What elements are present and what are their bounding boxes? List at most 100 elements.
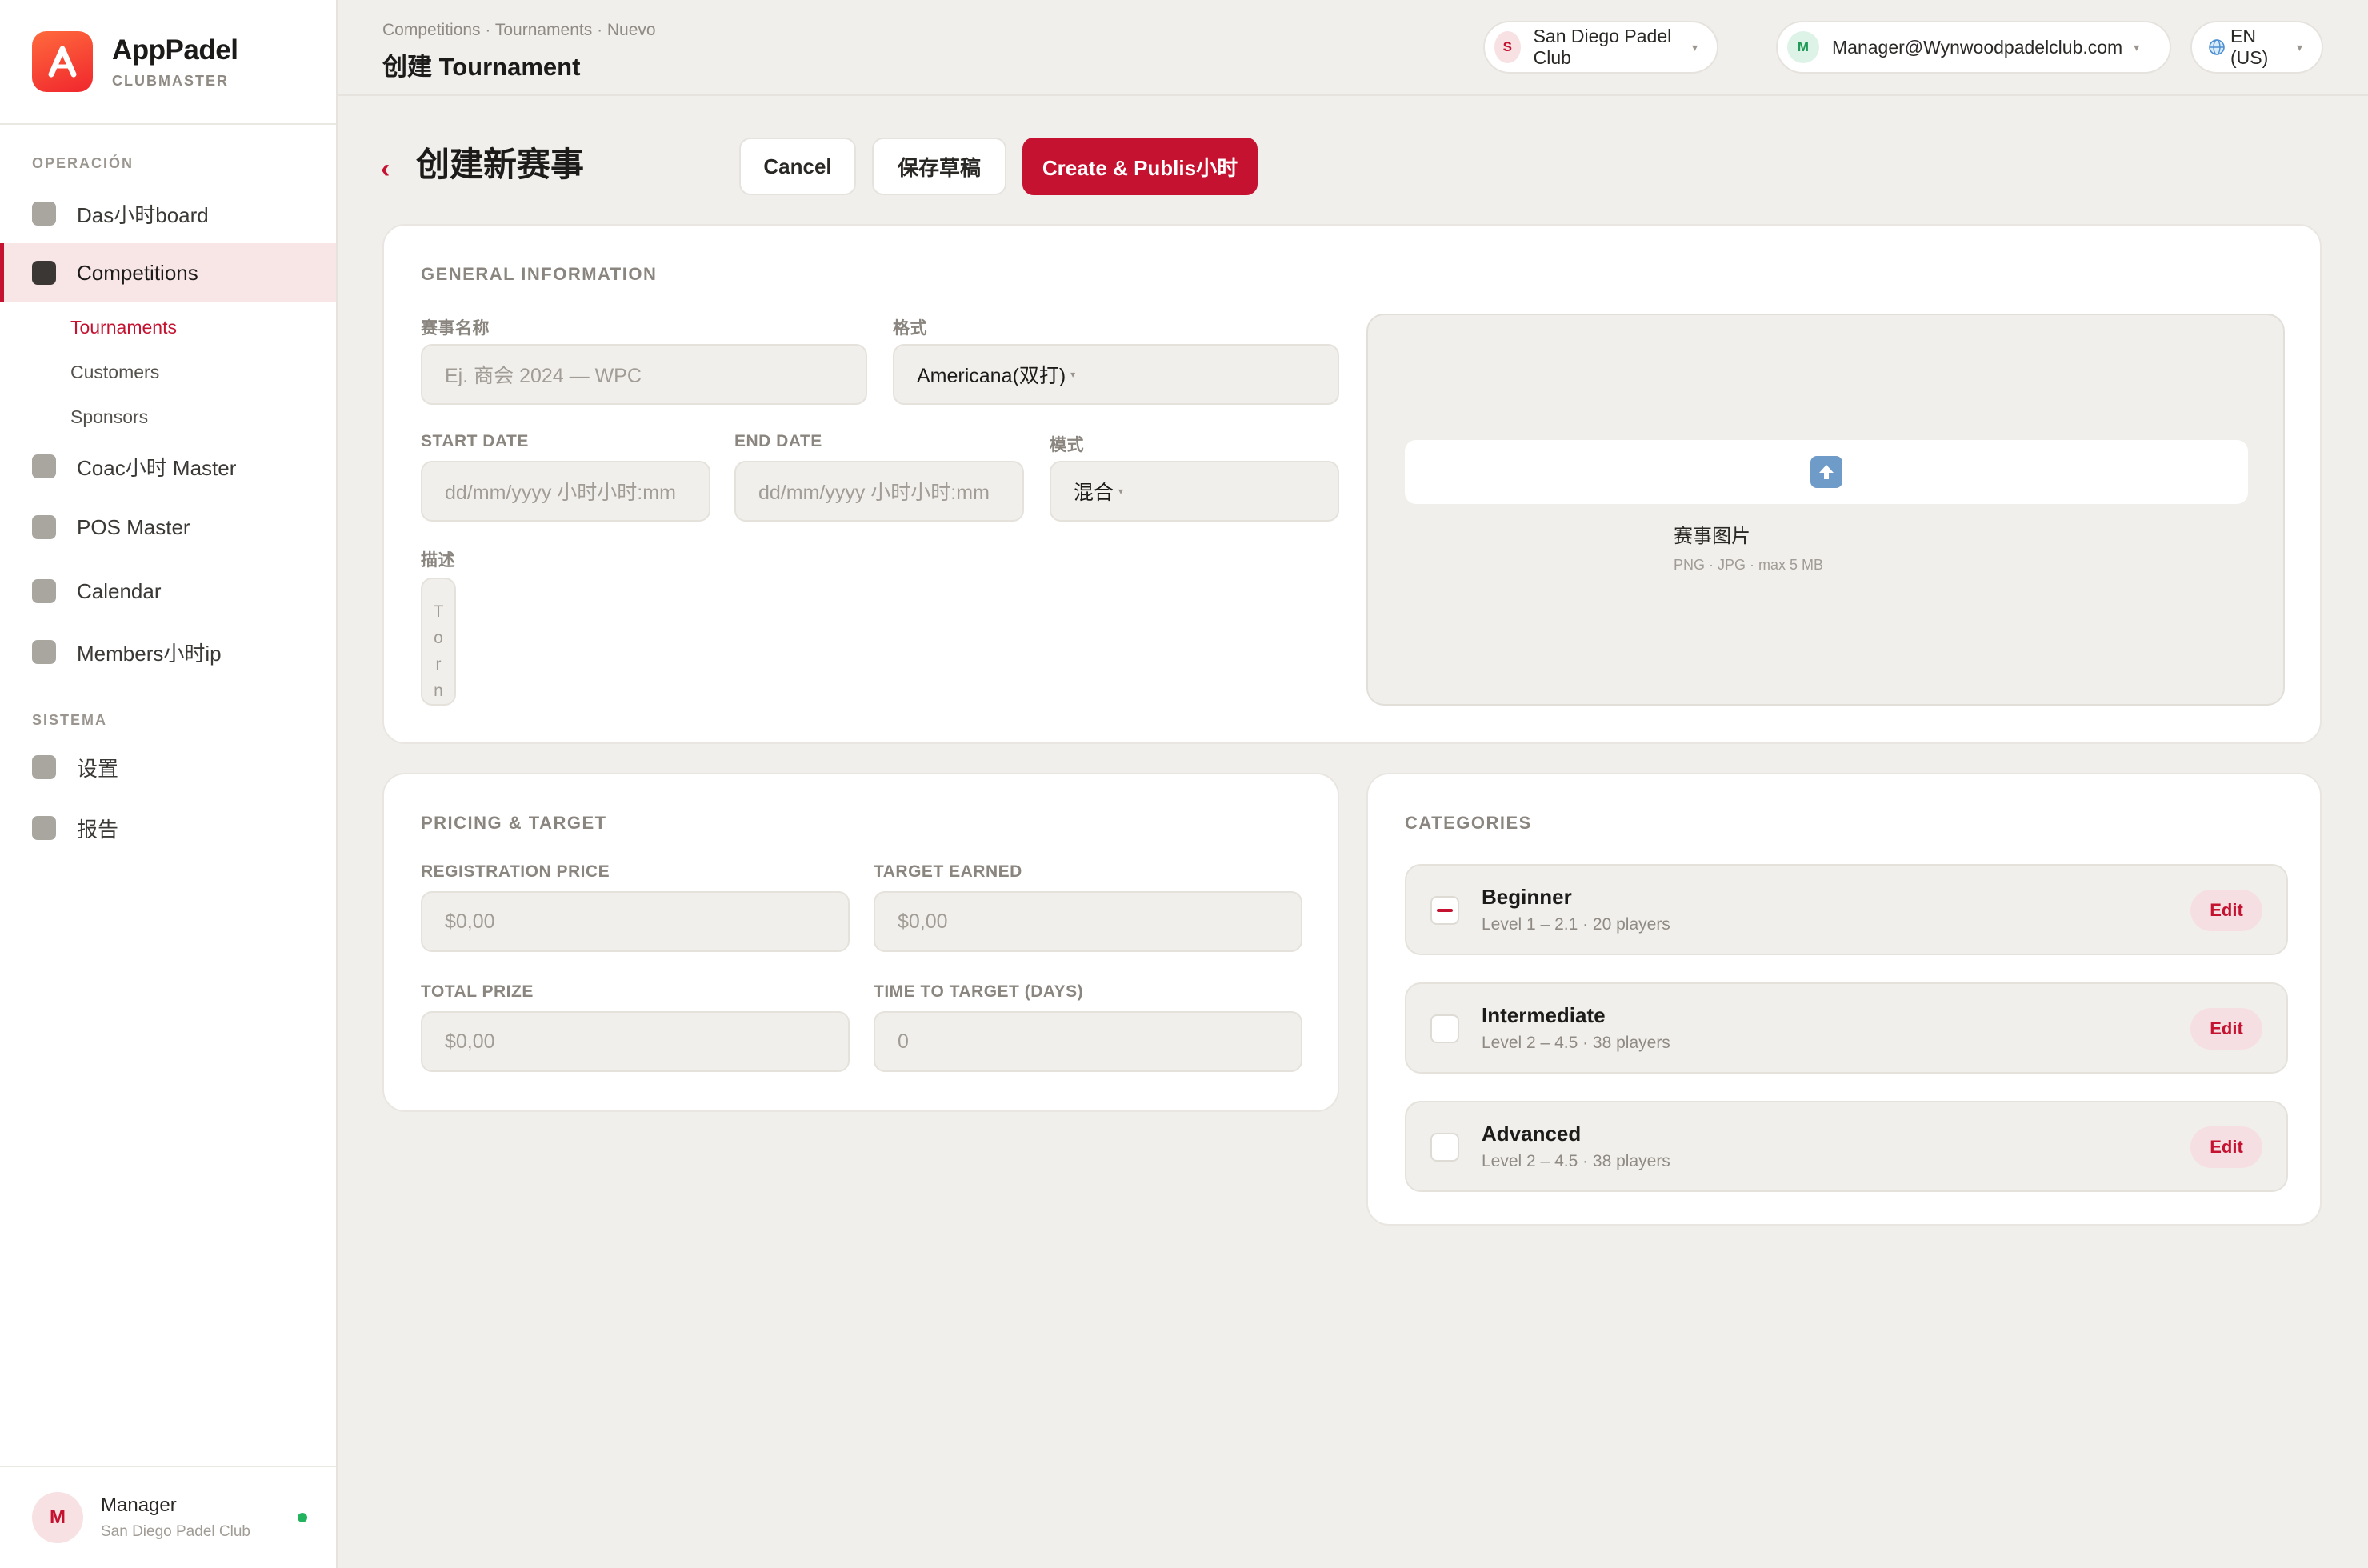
sidebar-item-label: Das小时board: [77, 202, 209, 227]
chevron-down-icon: ▾: [2296, 40, 2302, 54]
categories-card: CATEGORIES Beginner Level 1 – 2.1 · 20 p…: [1366, 773, 2322, 1226]
chevron-down-icon: ▾: [1118, 486, 1124, 497]
square-icon: [32, 640, 56, 664]
mode-value: 混合: [1074, 482, 1114, 504]
account-selector[interactable]: M Manager@Wynwoodpadelclub.com ▾: [1776, 21, 2171, 74]
create-publish-button[interactable]: Create & Publis小时: [1022, 138, 1258, 195]
placeholder-char: o: [434, 629, 443, 647]
upload-button[interactable]: [1405, 440, 2248, 504]
account-email: Manager@Wynwoodpadelclub.com: [1832, 36, 2123, 58]
sidebar-item-pos-master[interactable]: POS Master: [0, 498, 336, 557]
upload-arrow-icon: [1810, 456, 1842, 488]
square-icon: [32, 261, 56, 285]
chevron-down-icon: ▾: [1070, 369, 1076, 380]
category-checkbox[interactable]: [1430, 1133, 1459, 1162]
sidebar-item-membership[interactable]: Members小时ip: [0, 622, 336, 682]
field-label: 赛事名称: [421, 319, 490, 338]
language-selector[interactable]: EN (US) ▾: [2190, 21, 2323, 74]
sidebar-item-competitions[interactable]: Competitions: [0, 243, 336, 302]
sidebar-subitem-tournaments[interactable]: Tournaments: [70, 317, 177, 338]
field-label: TOTAL PRIZE: [421, 982, 534, 1001]
sidebar-item-label: Members小时ip: [77, 641, 222, 666]
square-icon: [32, 579, 56, 603]
breadcrumb[interactable]: Competitions · Tournaments · Nuevo: [382, 21, 656, 40]
category-checkbox[interactable]: [1430, 1014, 1459, 1043]
club-selector[interactable]: S San Diego Padel Club ▾: [1483, 21, 1718, 74]
account-avatar: M: [1787, 31, 1819, 63]
field-label: 格式: [893, 319, 927, 338]
nav-section-operation: OPERACIÓN: [32, 155, 134, 171]
category-row[interactable]: Advanced Level 2 – 4.5 · 38 players Edit: [1405, 1101, 2288, 1192]
edit-category-button[interactable]: Edit: [2190, 1126, 2262, 1168]
field-label: TIME TO TARGET (DAYS): [874, 982, 1084, 1001]
mode-select[interactable]: 混合 ▾: [1050, 461, 1339, 522]
sidebar-item-calendar[interactable]: Calendar: [0, 562, 336, 621]
indeterminate-icon: [1437, 909, 1453, 912]
avatar: M: [32, 1492, 83, 1543]
sidebar-item-label: 报告: [77, 817, 119, 842]
chevron-down-icon: ▾: [1691, 40, 1698, 54]
sidebar-item-label: Coac小时 Master: [77, 455, 237, 480]
total-prize-input[interactable]: $0,00: [421, 1011, 850, 1072]
image-upload-dropzone[interactable]: 赛事图片 PNG · JPG · max 5 MB: [1366, 314, 2285, 706]
section-title: GENERAL INFORMATION: [421, 264, 658, 284]
category-row[interactable]: Intermediate Level 2 – 4.5 · 38 players …: [1405, 982, 2288, 1074]
square-icon: [32, 202, 56, 226]
square-icon: [32, 755, 56, 779]
category-name: Beginner: [1482, 885, 1572, 909]
page-title: 创建 Tournament: [382, 53, 581, 81]
edit-category-button[interactable]: Edit: [2190, 890, 2262, 931]
club-avatar: S: [1494, 31, 1521, 63]
sidebar-subitem-customers[interactable]: Customers: [70, 362, 159, 383]
section-title: PRICING & TARGET: [421, 813, 607, 833]
language-label: EN (US): [2230, 26, 2269, 68]
brand[interactable]: AppPadel CLUBMASTER: [0, 0, 336, 125]
form-title: 创建新赛事: [416, 146, 585, 183]
chevron-left-icon[interactable]: ‹: [381, 154, 390, 185]
topbar: Competitions · Tournaments · Nuevo 创建 To…: [338, 0, 2368, 96]
online-status-icon: [298, 1513, 307, 1522]
sidebar-item-coach-master[interactable]: Coac小时 Master: [0, 437, 336, 496]
field-label: 模式: [1050, 436, 1084, 454]
category-name: Advanced: [1482, 1122, 1582, 1146]
sidebar-item-reports[interactable]: 报告: [0, 798, 336, 858]
sidebar-item-dashboard[interactable]: Das小时board: [0, 184, 336, 243]
user-name: Manager: [101, 1494, 177, 1516]
sidebar-item-label: Calendar: [77, 578, 162, 603]
nav-section-system: SISTEMA: [32, 712, 108, 728]
field-label: END DATE: [734, 432, 822, 450]
field-label: TARGET EARNED: [874, 862, 1022, 881]
square-icon: [32, 454, 56, 478]
sidebar-item-settings[interactable]: 设置: [0, 738, 336, 797]
brand-name: AppPadel: [112, 34, 238, 66]
category-meta: Level 2 – 4.5 · 38 players: [1482, 1034, 1670, 1052]
square-icon: [32, 816, 56, 840]
cancel-button[interactable]: Cancel: [739, 138, 856, 195]
save-draft-button[interactable]: 保存草稿: [872, 138, 1006, 195]
tournament-name-input[interactable]: Ej. 商会 2024 — WPC: [421, 344, 867, 405]
category-row[interactable]: Beginner Level 1 – 2.1 · 20 players Edit: [1405, 864, 2288, 955]
format-value: Americana(双打): [917, 365, 1066, 387]
format-select[interactable]: Americana(双打) ▾: [893, 344, 1339, 405]
registration-price-input[interactable]: $0,00: [421, 891, 850, 952]
upload-hint: PNG · JPG · max 5 MB: [1674, 557, 1824, 573]
chevron-down-icon: ▾: [2134, 40, 2140, 54]
upload-label: 赛事图片: [1674, 526, 1750, 547]
category-checkbox[interactable]: [1430, 896, 1459, 925]
target-earned-input[interactable]: $0,00: [874, 891, 1302, 952]
sidebar-subitem-sponsors[interactable]: Sponsors: [70, 406, 148, 428]
app-logo-icon: [32, 31, 93, 92]
edit-category-button[interactable]: Edit: [2190, 1008, 2262, 1050]
start-date-input[interactable]: dd/mm/yyyy 小时小时:mm: [421, 461, 710, 522]
end-date-input[interactable]: dd/mm/yyyy 小时小时:mm: [734, 461, 1024, 522]
time-to-target-input[interactable]: 0: [874, 1011, 1302, 1072]
placeholder-char: r: [435, 655, 442, 674]
user-card[interactable]: M Manager San Diego Padel Club: [0, 1466, 336, 1568]
category-name: Intermediate: [1482, 1003, 1606, 1027]
description-textarea[interactable]: T o r n: [421, 578, 456, 706]
sidebar-item-label: POS Master: [77, 514, 190, 539]
field-label: 描述: [421, 551, 455, 570]
user-club: San Diego Padel Club: [101, 1523, 250, 1540]
field-label: START DATE: [421, 432, 529, 450]
section-title: CATEGORIES: [1405, 813, 1532, 833]
